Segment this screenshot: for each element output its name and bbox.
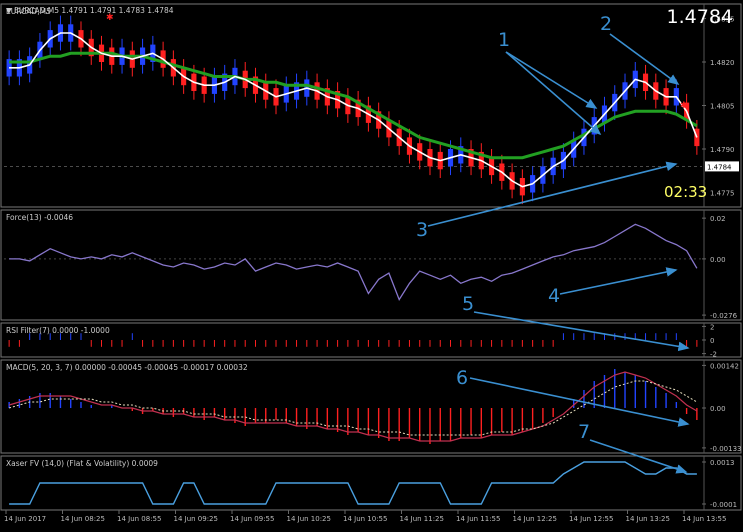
time-axis-label: 14 Jun 08:25 <box>61 515 105 523</box>
signal-marker-icon: ✱ <box>106 13 114 23</box>
y-tick-label: 0.02 <box>710 215 726 223</box>
time-axis-label: 14 Jun 2017 <box>4 515 46 523</box>
y-tick-label: 1.4790 <box>710 146 735 154</box>
time-axis-label: 14 Jun 09:55 <box>230 515 274 523</box>
time-axis-label: 14 Jun 12:55 <box>569 515 613 523</box>
y-tick-label: 0.00 <box>710 405 726 413</box>
annotation-number: 5 <box>462 293 474 315</box>
annotation-arrow <box>505 51 598 109</box>
time-axis-label: 14 Jun 08:55 <box>117 515 161 523</box>
panel-title: MACD(5, 20, 3, 7) 0.00000 -0.00045 -0.00… <box>6 363 248 372</box>
y-tick-label: -0.00133 <box>710 445 741 453</box>
y-tick-label: -0.0276 <box>710 312 738 320</box>
time-axis-label: 14 Jun 10:55 <box>343 515 387 523</box>
y-tick-label: -2 <box>710 351 717 359</box>
last-price-display: 1.4784 <box>666 6 733 28</box>
panel-frame <box>0 3 742 208</box>
force-line <box>9 223 698 302</box>
annotation-number: 2 <box>600 13 612 35</box>
annotation-arrow <box>505 51 602 136</box>
current-price-tag-label: 1.4784 <box>707 163 732 171</box>
annotation-number: 3 <box>416 219 428 241</box>
annotation-number: 7 <box>578 421 590 443</box>
y-tick-label: 1.4775 <box>710 190 735 198</box>
annotation-number: 4 <box>548 285 560 307</box>
y-tick-label: 0 <box>710 337 714 345</box>
time-axis-label: 14 Jun 11:55 <box>456 515 500 523</box>
y-tick-label: 1.4820 <box>710 59 735 67</box>
panel-title: Xaser FV (14,0) (Flat & Volatility) 0.00… <box>6 459 158 468</box>
y-tick-label: 0.00142 <box>710 362 739 370</box>
annotation-arrow <box>559 267 678 295</box>
annotation-number: 6 <box>456 367 468 389</box>
y-tick-label: 2 <box>710 323 714 331</box>
annotation-number: 1 <box>498 29 510 51</box>
xaser-line <box>9 461 697 505</box>
time-axis-label: 14 Jun 13:25 <box>626 515 670 523</box>
chart-canvas: EURCAD,M51.48351.48201.48051.47901.4775F… <box>0 3 742 523</box>
bar-countdown-timer: 02:33 <box>664 183 708 201</box>
annotation-arrow <box>473 311 690 352</box>
signal-marker-icon: ✱ <box>680 101 688 111</box>
symbol-header: ▼ EURCAD,M5 1.4791 1.4791 1.4783 1.4784 <box>6 6 174 15</box>
chart-window: EURCAD,M5 1.4835 1.4820 1.4805 1.4790 1.4775 F… <box>0 0 743 528</box>
time-axis-label: 14 Jun 12:25 <box>513 515 557 523</box>
y-tick-label: 0.00 <box>710 256 726 264</box>
y-tick-label: 0.0013 <box>710 459 735 467</box>
y-tick-label: 1.4805 <box>710 103 735 111</box>
time-axis-label: 14 Jun 13:55 <box>682 515 726 523</box>
y-tick-label: -0.0001 <box>710 501 737 509</box>
panel-title: RSI Filter(7) 0.0000 -1.0000 <box>6 326 110 335</box>
time-axis-label: 14 Jun 11:25 <box>400 515 444 523</box>
time-axis-label: 14 Jun 10:25 <box>287 515 331 523</box>
panel-title: Force(13) -0.0046 <box>6 213 73 222</box>
panel-frame <box>0 209 742 321</box>
time-axis-label: 14 Jun 09:25 <box>174 515 218 523</box>
